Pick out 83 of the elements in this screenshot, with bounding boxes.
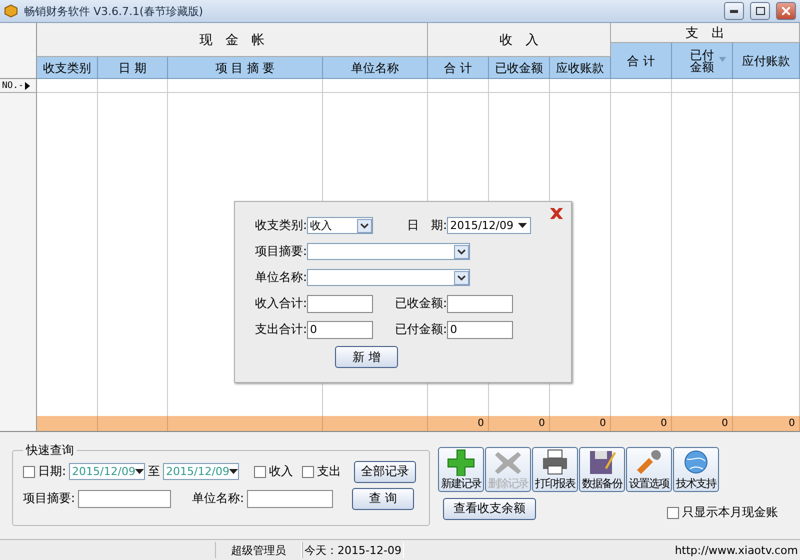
- dropdown-arrow-icon: [135, 469, 144, 474]
- column-header[interactable]: 已收金额: [489, 57, 550, 79]
- table-cell: [98, 79, 168, 93]
- window-title: 畅销财务软件 V3.6.7.1(春节珍藏版): [24, 4, 204, 18]
- field-label: 至: [148, 463, 160, 480]
- column-header[interactable]: 合 计: [611, 43, 672, 79]
- view-balance-button[interactable]: 查看收支余额: [443, 498, 536, 520]
- minimize-button[interactable]: [724, 2, 744, 20]
- total-cell: 0: [672, 416, 733, 431]
- toolbar-button[interactable]: 数据备份: [579, 447, 625, 492]
- field-label: 已收金额:: [395, 295, 448, 312]
- app-logo-icon: [4, 4, 18, 18]
- checkbox[interactable]: [302, 466, 314, 478]
- total-cell: [37, 416, 98, 431]
- total-cell: 0: [611, 416, 672, 431]
- query-button[interactable]: 查 询: [352, 488, 414, 510]
- column-group-header: 现 金 帐: [37, 23, 428, 57]
- checkbox[interactable]: [254, 466, 266, 478]
- field-label: 项目摘要:: [255, 243, 308, 260]
- close-icon[interactable]: [550, 208, 563, 219]
- printer-icon: [540, 448, 570, 476]
- field-label: 单位名称:: [192, 490, 244, 507]
- plus-icon: [446, 448, 476, 476]
- field-label: 项目摘要:: [23, 490, 76, 507]
- table-cell: [611, 79, 672, 93]
- toolbar-button[interactable]: 打印报表: [532, 447, 578, 492]
- field-label: 支出合计:: [255, 321, 308, 338]
- total-cell: [98, 416, 168, 431]
- maximize-icon: [756, 7, 764, 15]
- minimize-icon: [730, 10, 738, 12]
- status-url: http://www.xiaotv.com: [674, 542, 799, 558]
- column-header[interactable]: 收支类别: [37, 57, 98, 79]
- field-label: 单位名称:: [255, 269, 308, 286]
- table-cell: [733, 79, 800, 93]
- column-header[interactable]: 合 计: [428, 57, 489, 79]
- toolbar-button[interactable]: 技术支持: [673, 447, 719, 492]
- checkbox-label: 支出: [317, 463, 342, 480]
- total-cell: 0: [489, 416, 550, 431]
- maximize-button[interactable]: [750, 2, 770, 20]
- row-number: NO.-: [2, 80, 24, 90]
- add-button[interactable]: 新 增: [335, 346, 398, 368]
- checkbox-label: 收入: [269, 463, 294, 480]
- input-field[interactable]: [447, 294, 514, 312]
- input-field[interactable]: [247, 490, 334, 508]
- status-date: 今天：2015-12-09: [302, 542, 404, 558]
- table-cell: [672, 79, 733, 93]
- input-field[interactable]: [78, 490, 172, 508]
- close-button[interactable]: [776, 2, 796, 20]
- input-field[interactable]: 0: [307, 320, 374, 338]
- column-header[interactable]: 应付账款: [733, 43, 800, 79]
- floppy-disk-icon: [587, 448, 617, 476]
- input-field[interactable]: 0: [447, 320, 514, 338]
- column-header[interactable]: 已付金额: [672, 43, 733, 79]
- column-header[interactable]: 日 期: [98, 57, 168, 79]
- column-header[interactable]: 单位名称: [323, 57, 428, 79]
- column-group-header: 支 出: [611, 23, 800, 43]
- toolbar-button[interactable]: 设置选项: [626, 447, 672, 492]
- field-label: 日 期:: [407, 217, 448, 234]
- checkbox[interactable]: [23, 466, 35, 478]
- field-label: 日期:: [38, 463, 66, 480]
- total-cell: 0: [733, 416, 800, 431]
- field-label: 已付金额:: [395, 321, 448, 338]
- checkbox-label: 只显示本月现金账: [682, 504, 778, 521]
- toolbar-button[interactable]: 新建记录: [438, 447, 484, 492]
- column-group-header: 收 入: [428, 23, 611, 57]
- date-picker[interactable]: 2015/12/09: [447, 217, 532, 234]
- field-label: 收入合计:: [255, 295, 308, 312]
- column-header[interactable]: 项 目 摘 要: [168, 57, 323, 79]
- dropdown-arrow-icon: [229, 469, 238, 474]
- all-records-button[interactable]: 全部记录: [354, 460, 416, 482]
- total-cell: 0: [428, 416, 489, 431]
- dropdown-arrow-icon: [518, 223, 528, 228]
- status-user: 超级管理员: [215, 542, 302, 558]
- close-icon: [782, 7, 790, 15]
- row-pointer-icon: [24, 82, 30, 90]
- table-cell: [37, 79, 98, 93]
- type-dropdown[interactable]: 收入: [307, 217, 374, 234]
- column-header[interactable]: 应收账款: [550, 57, 611, 79]
- checkbox[interactable]: [667, 506, 679, 518]
- field-label: 收支类别:: [255, 217, 308, 234]
- total-cell: 0: [550, 416, 611, 431]
- panel-title: 快速查询: [24, 442, 75, 459]
- input-field[interactable]: [307, 294, 374, 312]
